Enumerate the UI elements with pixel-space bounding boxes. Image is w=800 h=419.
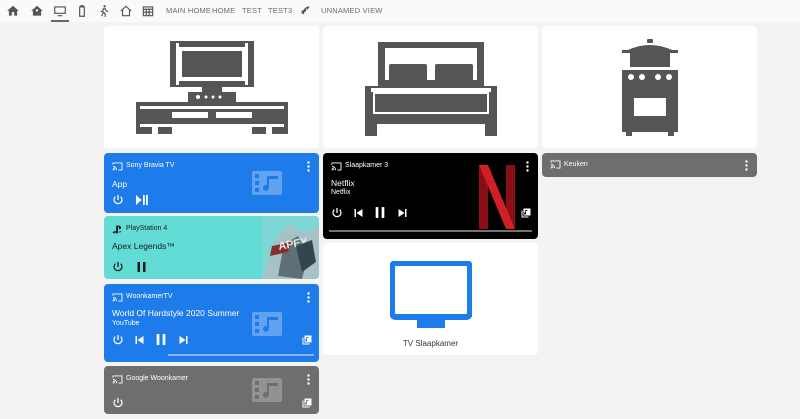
living-room-picture-card[interactable] <box>104 26 319 148</box>
more-vert-icon[interactable] <box>307 161 310 172</box>
house-icon[interactable] <box>119 4 133 18</box>
running-person-icon[interactable] <box>97 4 111 18</box>
calendar-icon[interactable] <box>141 4 155 18</box>
power-button[interactable] <box>112 194 124 206</box>
monitor-icon[interactable] <box>51 4 69 22</box>
playstation-icon <box>112 225 122 234</box>
tv-slaapkamer-entity-card[interactable]: TV Slaapkamer <box>323 243 538 355</box>
player-name: Sony Bravia TV <box>126 162 175 169</box>
entity-name: TV Slaapkamer <box>402 339 459 348</box>
music-video-icon <box>252 378 282 402</box>
home-icon[interactable] <box>30 4 44 18</box>
tab-home[interactable]: HOME <box>212 6 235 15</box>
netflix-logo-icon <box>479 165 515 229</box>
media-subtitle: YouTube <box>112 320 140 327</box>
media-title: Apex Legends™ <box>112 241 175 251</box>
player-name: Google Woonkamer <box>126 375 189 382</box>
playstation-media-card[interactable]: PlayStation 4 Apex Legends™ APEX <box>104 216 319 279</box>
play-pause-button[interactable] <box>135 194 149 206</box>
tab-test3[interactable]: TEST3 <box>268 6 292 15</box>
power-button[interactable] <box>112 397 124 409</box>
top-navigation-bar: MAIN HOME HOME TEST TEST3 UNNAMED VIEW <box>0 0 800 22</box>
kitchen-picture-card[interactable] <box>542 26 757 148</box>
cast-icon <box>112 375 123 384</box>
cast-icon <box>550 160 561 169</box>
music-video-icon <box>252 312 282 336</box>
tab-test[interactable]: TEST <box>242 6 262 15</box>
pause-button[interactable] <box>374 206 386 219</box>
game-artwork: APEX <box>262 216 319 279</box>
pause-button[interactable] <box>155 333 167 346</box>
tab-main-home[interactable]: MAIN HOME <box>166 6 211 15</box>
battery-icon[interactable] <box>75 4 89 18</box>
player-name: Keuken <box>564 161 588 168</box>
music-video-icon <box>252 171 282 195</box>
google-woonkamer-media-card[interactable]: Google Woonkamer <box>104 366 319 414</box>
home-icon[interactable] <box>6 4 20 18</box>
bed-icon <box>365 42 497 136</box>
bedroom-picture-card[interactable] <box>323 26 538 148</box>
slaapkamer3-media-card[interactable]: Slaapkamer 3 Netflix Netflix <box>323 153 538 239</box>
power-button[interactable] <box>112 261 124 273</box>
media-subtitle: Netflix <box>331 189 351 196</box>
woonkamertv-media-card[interactable]: WoonkamerTV World Of Hardstyle 2020 Summ… <box>104 284 319 362</box>
media-progress-bar[interactable] <box>168 354 314 356</box>
more-vert-icon[interactable] <box>307 292 310 303</box>
keuken-media-card[interactable]: Keuken <box>542 153 757 177</box>
player-name: Slaapkamer 3 <box>345 162 389 169</box>
media-progress-bar[interactable] <box>329 230 532 232</box>
pause-button[interactable] <box>136 261 147 273</box>
previous-track-button[interactable] <box>135 335 144 345</box>
media-title: Netflix <box>331 178 355 188</box>
next-track-button[interactable] <box>179 335 188 345</box>
cast-icon <box>331 162 342 171</box>
stove-icon <box>622 39 678 136</box>
more-vert-icon[interactable] <box>307 374 310 385</box>
power-button[interactable] <box>331 207 343 219</box>
player-name: WoonkamerTV <box>126 293 173 300</box>
tv-furniture-icon <box>136 41 288 134</box>
source-select-icon[interactable] <box>302 398 312 408</box>
rocket-icon[interactable] <box>298 4 312 18</box>
tab-unnamed-view[interactable]: UNNAMED VIEW <box>321 6 383 15</box>
previous-track-button[interactable] <box>354 208 363 218</box>
sony-bravia-media-card[interactable]: Sony Bravia TV App <box>104 153 319 213</box>
player-name: PlayStation 4 <box>126 225 168 232</box>
monitor-icon <box>390 261 472 328</box>
cast-icon <box>112 162 123 171</box>
media-title: App <box>112 179 128 189</box>
power-button[interactable] <box>112 334 124 346</box>
cast-icon <box>112 293 123 302</box>
more-vert-icon[interactable] <box>745 160 748 171</box>
media-title: World Of Hardstyle 2020 Summer <box>112 308 240 318</box>
source-select-icon[interactable] <box>302 335 312 345</box>
source-select-icon[interactable] <box>521 208 531 218</box>
more-vert-icon[interactable] <box>526 161 529 172</box>
next-track-button[interactable] <box>398 208 407 218</box>
